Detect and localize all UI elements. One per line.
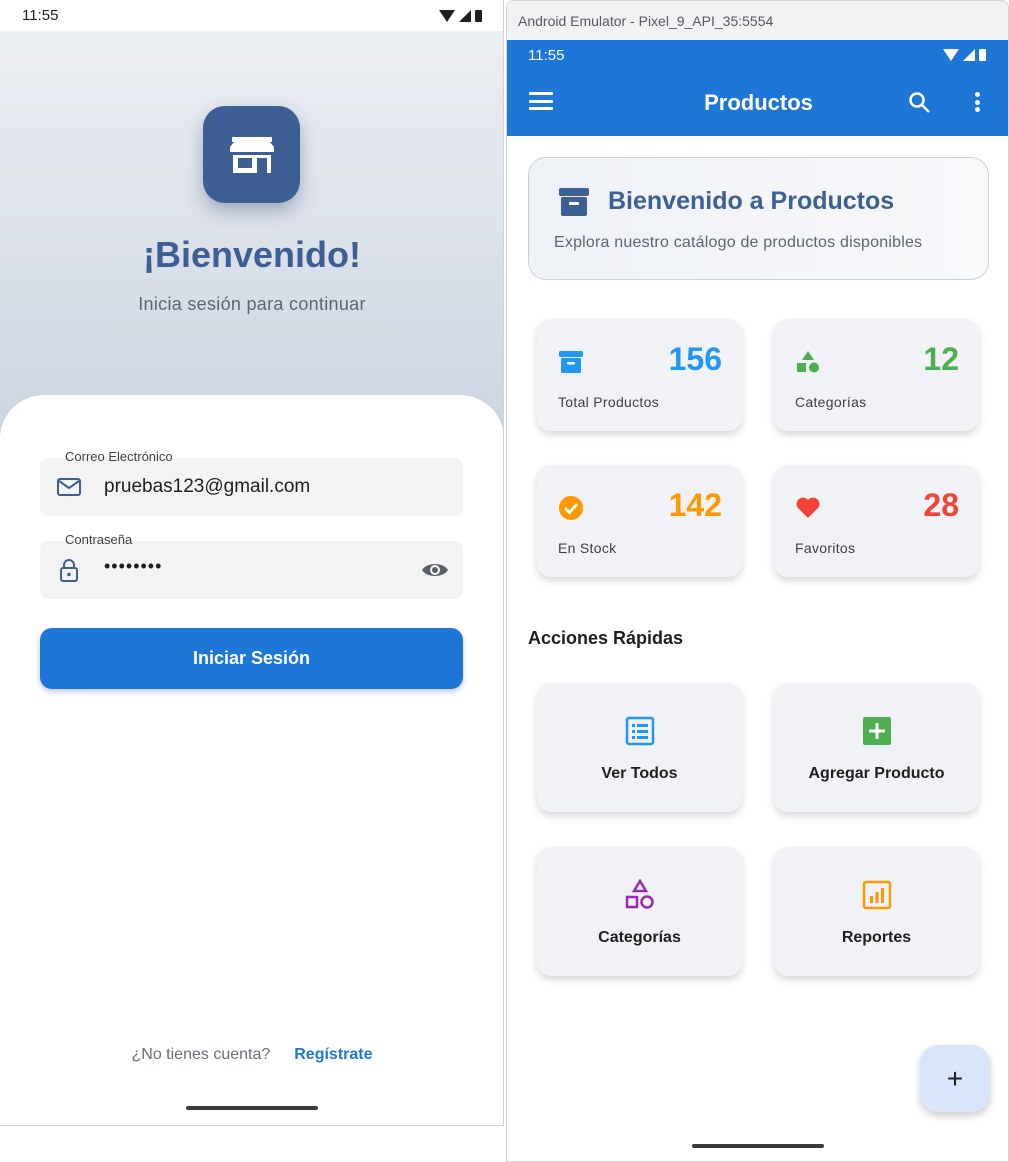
store-logo <box>203 106 300 203</box>
search-icon[interactable] <box>907 90 931 114</box>
cell-signal-icon <box>459 9 471 22</box>
lock-icon <box>60 559 78 582</box>
home-indicator[interactable] <box>186 1106 318 1110</box>
welcome-subtitle: Inicia sesión para continuar <box>138 294 366 314</box>
status-time: 11:55 <box>22 7 59 24</box>
stat-card-categorias[interactable]: 12 Categorías <box>774 319 979 431</box>
action-label: Reportes <box>841 929 912 946</box>
category-icon <box>797 351 819 373</box>
welcome-card-title: Bienvenido a Productos <box>608 187 895 215</box>
status-bar: 11:55 <box>507 40 1008 70</box>
register-link[interactable]: Regístrate <box>294 1046 372 1064</box>
store-icon <box>229 136 274 173</box>
stat-card-en-stock[interactable]: 142 En Stock <box>537 465 742 577</box>
register-question: ¿No tienes cuenta? <box>131 1046 271 1063</box>
welcome-card: Bienvenido a Productos Explora nuestro c… <box>528 157 989 280</box>
home-indicator[interactable] <box>692 1144 824 1148</box>
archive-icon <box>559 351 583 373</box>
password-field-label: Contraseña <box>65 532 133 547</box>
password-field[interactable]: Contraseña •••••••• <box>40 532 463 599</box>
heart-icon <box>796 497 820 518</box>
welcome-title: ¡Bienvenido! <box>142 234 361 275</box>
eye-icon[interactable] <box>421 559 449 581</box>
emulator-title-bar[interactable]: Android Emulator - Pixel_9_API_35:5554 <box>507 1 1008 40</box>
action-agregar-producto[interactable]: Agregar Producto <box>774 683 979 812</box>
archive-icon <box>559 188 589 216</box>
welcome-card-subtitle: Explora nuestro catálogo de productos di… <box>554 234 923 251</box>
stat-value: 28 <box>923 487 959 523</box>
action-label: Agregar Producto <box>808 765 945 782</box>
action-label: Ver Todos <box>601 765 678 782</box>
wifi-icon <box>439 9 455 22</box>
status-bar: 11:55 <box>0 0 503 31</box>
app-bar: 11:55 Productos <box>507 40 1008 136</box>
battery-icon <box>475 9 482 22</box>
action-label: Categorías <box>598 929 681 946</box>
mail-icon <box>57 478 81 496</box>
email-field[interactable]: Correo Electrónico pruebas123@gmail.com <box>40 449 463 516</box>
action-reportes[interactable]: Reportes <box>774 847 979 976</box>
add-fab-button[interactable]: + <box>920 1045 990 1112</box>
login-screen: 11:55 ¡Bienvenido! Inicia sesión para co… <box>0 0 504 1126</box>
password-field-value: •••••••• <box>104 556 163 576</box>
email-field-label: Correo Electrónico <box>65 449 173 464</box>
status-time: 11:55 <box>528 46 565 64</box>
login-button[interactable]: Iniciar Sesión <box>40 628 463 689</box>
email-field-value: pruebas123@gmail.com <box>104 476 311 497</box>
add-box-icon <box>863 717 891 745</box>
chart-icon <box>862 880 892 910</box>
stat-value: 156 <box>668 341 722 377</box>
cell-signal-icon <box>963 49 975 61</box>
battery-icon <box>979 49 986 61</box>
stat-value: 142 <box>668 487 722 523</box>
stat-value: 12 <box>923 341 959 377</box>
stat-card-favoritos[interactable]: 28 Favoritos <box>774 465 979 577</box>
emulator-window: Android Emulator - Pixel_9_API_35:5554 1… <box>506 0 1009 1162</box>
action-categorias[interactable]: Categorías <box>537 847 742 976</box>
more-vert-icon[interactable] <box>974 92 980 112</box>
action-ver-todos[interactable]: Ver Todos <box>537 683 742 812</box>
login-form-sheet: Correo Electrónico pruebas123@gmail.com … <box>0 395 503 1125</box>
stat-card-total-productos[interactable]: 156 Total Productos <box>537 319 742 431</box>
stat-label: En Stock <box>558 540 617 556</box>
stat-label: Favoritos <box>795 540 856 556</box>
stat-label: Categorías <box>795 394 867 410</box>
check-circle-icon <box>559 496 583 520</box>
quick-actions-title: Acciones Rápidas <box>528 628 684 648</box>
screen: 11:55 ¡Bienvenido! Inicia sesión para co… <box>0 0 1009 1162</box>
status-icons <box>439 9 482 22</box>
app-bar-title: Productos <box>704 90 813 115</box>
category-outline-icon <box>625 879 654 909</box>
stat-label: Total Productos <box>558 394 659 410</box>
list-icon <box>625 716 655 746</box>
wifi-icon <box>943 49 959 61</box>
register-row: ¿No tienes cuenta? Regístrate <box>0 1046 503 1064</box>
status-icons <box>943 49 986 61</box>
